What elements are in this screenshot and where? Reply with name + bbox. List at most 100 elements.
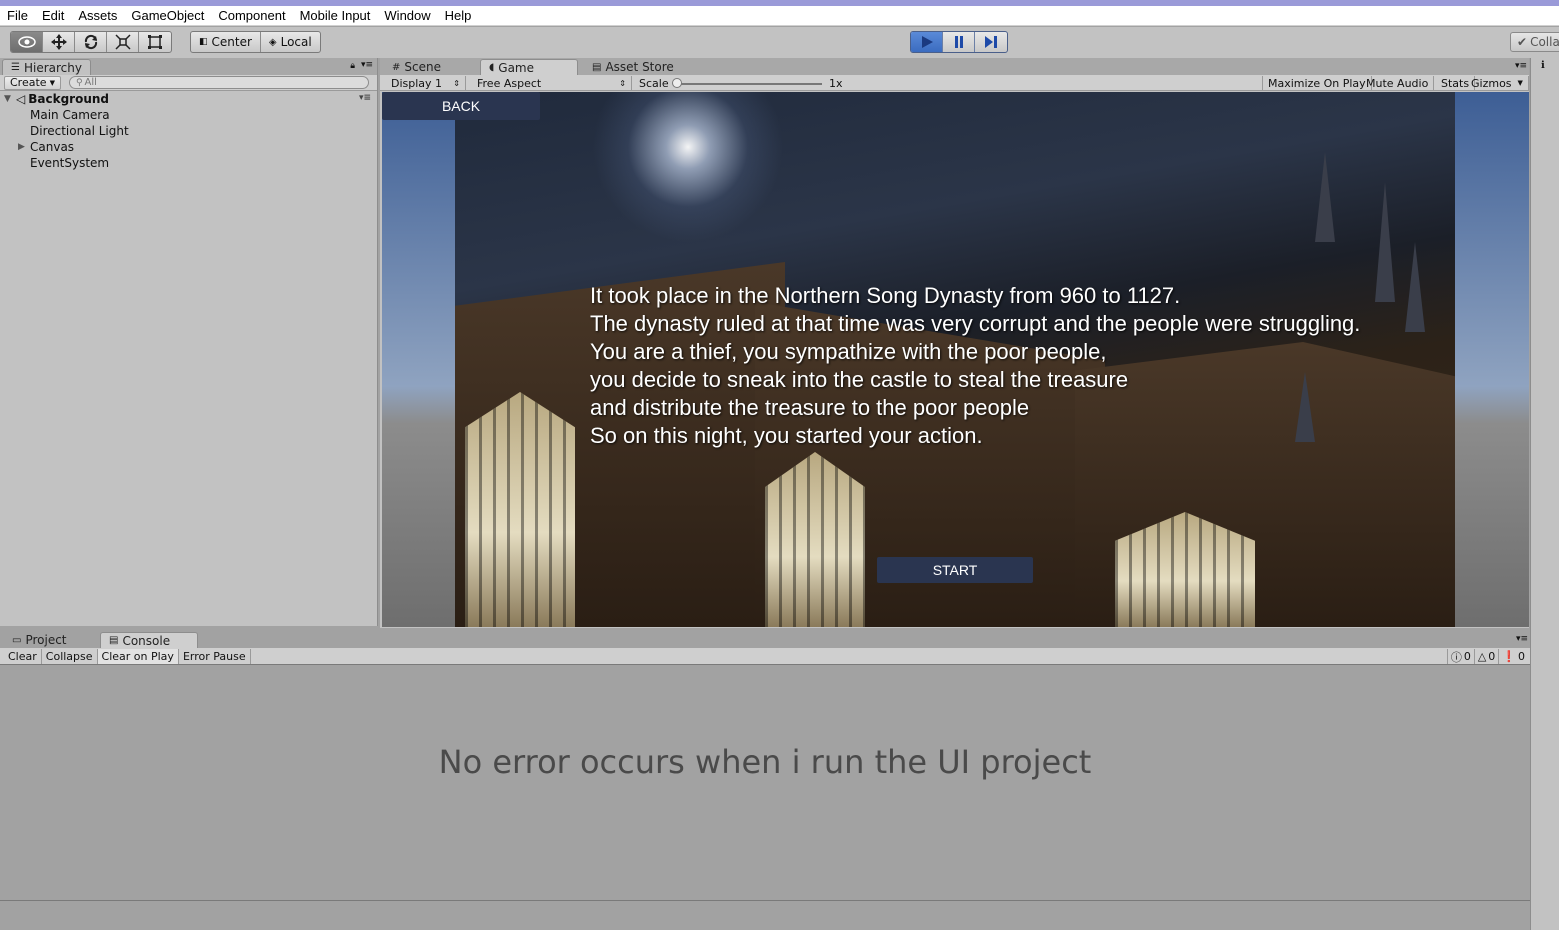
error-count-toggle[interactable]: ❗ 0 xyxy=(1498,649,1528,664)
hierarchy-item-eventsystem[interactable]: EventSystem xyxy=(0,155,377,171)
display-label: Display 1 xyxy=(391,76,443,90)
rect-tool-button[interactable] xyxy=(139,32,171,52)
menu-file[interactable]: File xyxy=(0,8,35,23)
tab-asset-store[interactable]: ▤ Asset Store xyxy=(584,59,682,75)
scale-tool-button[interactable] xyxy=(107,32,139,52)
pivot-toggles: ◧ Center ◈ Local xyxy=(190,31,321,53)
menu-help[interactable]: Help xyxy=(438,8,479,23)
expand-right-icon[interactable]: ▶ xyxy=(18,142,30,152)
panel-menu-icon[interactable]: ▾≡ xyxy=(1515,61,1527,71)
tab-project-label: Project xyxy=(25,633,67,647)
story-line: It took place in the Northern Song Dynas… xyxy=(590,283,1181,308)
clear-button[interactable]: Clear xyxy=(4,648,42,664)
hierarchy-item-canvas[interactable]: ▶ Canvas xyxy=(0,139,377,155)
checkmark-icon: ✔ xyxy=(1517,35,1528,49)
castle-background-image: It took place in the Northern Song Dynas… xyxy=(455,92,1455,627)
tab-game-label: Game xyxy=(498,60,535,75)
display-dropdown[interactable]: Display 1 ⇕ xyxy=(386,76,466,90)
scene-root-row[interactable]: ▼ ◁ Background ▾≡ xyxy=(0,91,377,107)
gizmos-label: Gizmos xyxy=(1471,76,1512,90)
hierarchy-search-input[interactable]: ⚲ All xyxy=(68,76,369,89)
lock-icon[interactable]: 🔒︎ xyxy=(350,61,355,71)
start-button[interactable]: START xyxy=(877,557,1033,583)
playback-controls xyxy=(910,31,1008,53)
panel-menu-icon[interactable]: ▾≡ xyxy=(361,60,373,70)
view-tool-button[interactable] xyxy=(11,32,43,52)
rotate-tool-button[interactable] xyxy=(75,32,107,52)
hierarchy-item-label: Directional Light xyxy=(30,124,129,138)
collapse-toggle[interactable]: Collapse xyxy=(42,648,98,664)
hierarchy-item-directional-light[interactable]: Directional Light xyxy=(0,123,377,139)
hierarchy-tab-row: ☰ Hierarchy 🔒︎ ▾≡ xyxy=(0,58,377,75)
pivot-center-toggle[interactable]: ◧ Center xyxy=(191,32,261,52)
search-placeholder: All xyxy=(84,77,97,88)
updown-icon: ⇕ xyxy=(619,78,626,88)
menu-mobile-input[interactable]: Mobile Input xyxy=(293,8,378,23)
pause-icon xyxy=(954,36,963,48)
scale-label: Scale xyxy=(639,76,669,90)
mute-audio-toggle[interactable]: Mute Audio xyxy=(1361,76,1435,90)
log-count-toggle[interactable]: ⓘ 0 xyxy=(1446,649,1474,664)
info-icon[interactable]: ℹ xyxy=(1541,60,1545,71)
menu-window[interactable]: Window xyxy=(377,8,437,23)
step-button[interactable] xyxy=(975,32,1007,52)
tab-game[interactable]: ◖ Game xyxy=(480,59,578,75)
story-line: The dynasty ruled at that time was very … xyxy=(590,311,1361,336)
scene-name: Background xyxy=(28,92,109,106)
warning-icon: △ xyxy=(1477,650,1487,663)
game-toolbar: Display 1 ⇕ Free Aspect ⇕ Scale 1x Maxim… xyxy=(380,75,1529,91)
menu-assets[interactable]: Assets xyxy=(71,8,124,23)
hierarchy-item-label: Main Camera xyxy=(30,108,110,122)
tab-hierarchy-label: Hierarchy xyxy=(23,60,82,75)
clear-on-play-toggle[interactable]: Clear on Play xyxy=(97,648,179,664)
log-count: 0 xyxy=(1463,650,1471,663)
warning-count: 0 xyxy=(1488,650,1496,663)
pause-button[interactable] xyxy=(943,32,975,52)
stained-window-left xyxy=(465,392,575,627)
pivot-local-toggle[interactable]: ◈ Local xyxy=(261,32,320,52)
menu-edit[interactable]: Edit xyxy=(35,8,71,23)
game-viewport[interactable]: It took place in the Northern Song Dynas… xyxy=(382,92,1529,627)
back-button[interactable]: BACK xyxy=(382,92,540,120)
panel-menu-icon[interactable]: ▾≡ xyxy=(1516,634,1528,644)
spire-1 xyxy=(1315,152,1335,242)
error-icon: ❗ xyxy=(1502,650,1516,663)
story-line: and distribute the treasure to the poor … xyxy=(590,395,1030,420)
console-note: No error occurs when i run the UI projec… xyxy=(438,743,1092,781)
pivot-icon: ◧ xyxy=(199,37,208,47)
aspect-dropdown[interactable]: Free Aspect ⇕ xyxy=(472,76,632,90)
warning-count-toggle[interactable]: △ 0 xyxy=(1473,649,1498,664)
step-icon xyxy=(985,36,997,48)
dropdown-arrow-icon: ▼ xyxy=(1517,79,1523,87)
eye-icon xyxy=(17,36,36,48)
create-dropdown[interactable]: Create ▼ xyxy=(4,75,61,90)
menu-component[interactable]: Component xyxy=(211,8,292,23)
hierarchy-item-main-camera[interactable]: Main Camera xyxy=(0,107,377,123)
play-icon xyxy=(921,36,933,48)
maximize-on-play-toggle[interactable]: Maximize On Play xyxy=(1262,76,1372,90)
tab-scene[interactable]: # Scene xyxy=(384,59,449,75)
collab-button[interactable]: ✔ Colla xyxy=(1510,32,1559,52)
scale-slider-knob[interactable] xyxy=(672,78,682,88)
error-pause-toggle[interactable]: Error Pause xyxy=(179,648,251,664)
gizmos-dropdown[interactable]: Gizmos ▼ xyxy=(1466,76,1529,90)
tab-project[interactable]: ▭ Project xyxy=(4,632,75,648)
pivot-center-label: Center xyxy=(211,35,252,49)
story-text: It took place in the Northern Song Dynas… xyxy=(590,282,1360,450)
expand-down-icon[interactable]: ▼ xyxy=(4,94,16,104)
dropdown-arrow-icon: ▼ xyxy=(49,78,55,87)
menu-gameobject[interactable]: GameObject xyxy=(124,8,211,23)
move-tool-button[interactable] xyxy=(43,32,75,52)
hierarchy-item-label: Canvas xyxy=(30,140,75,154)
rotate-icon xyxy=(84,34,97,50)
stained-window-center xyxy=(765,452,865,627)
tab-asset-store-label: Asset Store xyxy=(605,60,674,74)
grid-icon: # xyxy=(392,61,401,73)
tab-hierarchy[interactable]: ☰ Hierarchy xyxy=(2,59,91,75)
scale-icon xyxy=(114,34,131,50)
updown-icon: ⇕ xyxy=(453,78,460,88)
scale-slider-track[interactable] xyxy=(676,83,822,85)
play-button[interactable] xyxy=(911,32,943,52)
row-menu-icon[interactable]: ▾≡ xyxy=(359,93,371,103)
tab-console[interactable]: ▤ Console xyxy=(100,632,198,648)
